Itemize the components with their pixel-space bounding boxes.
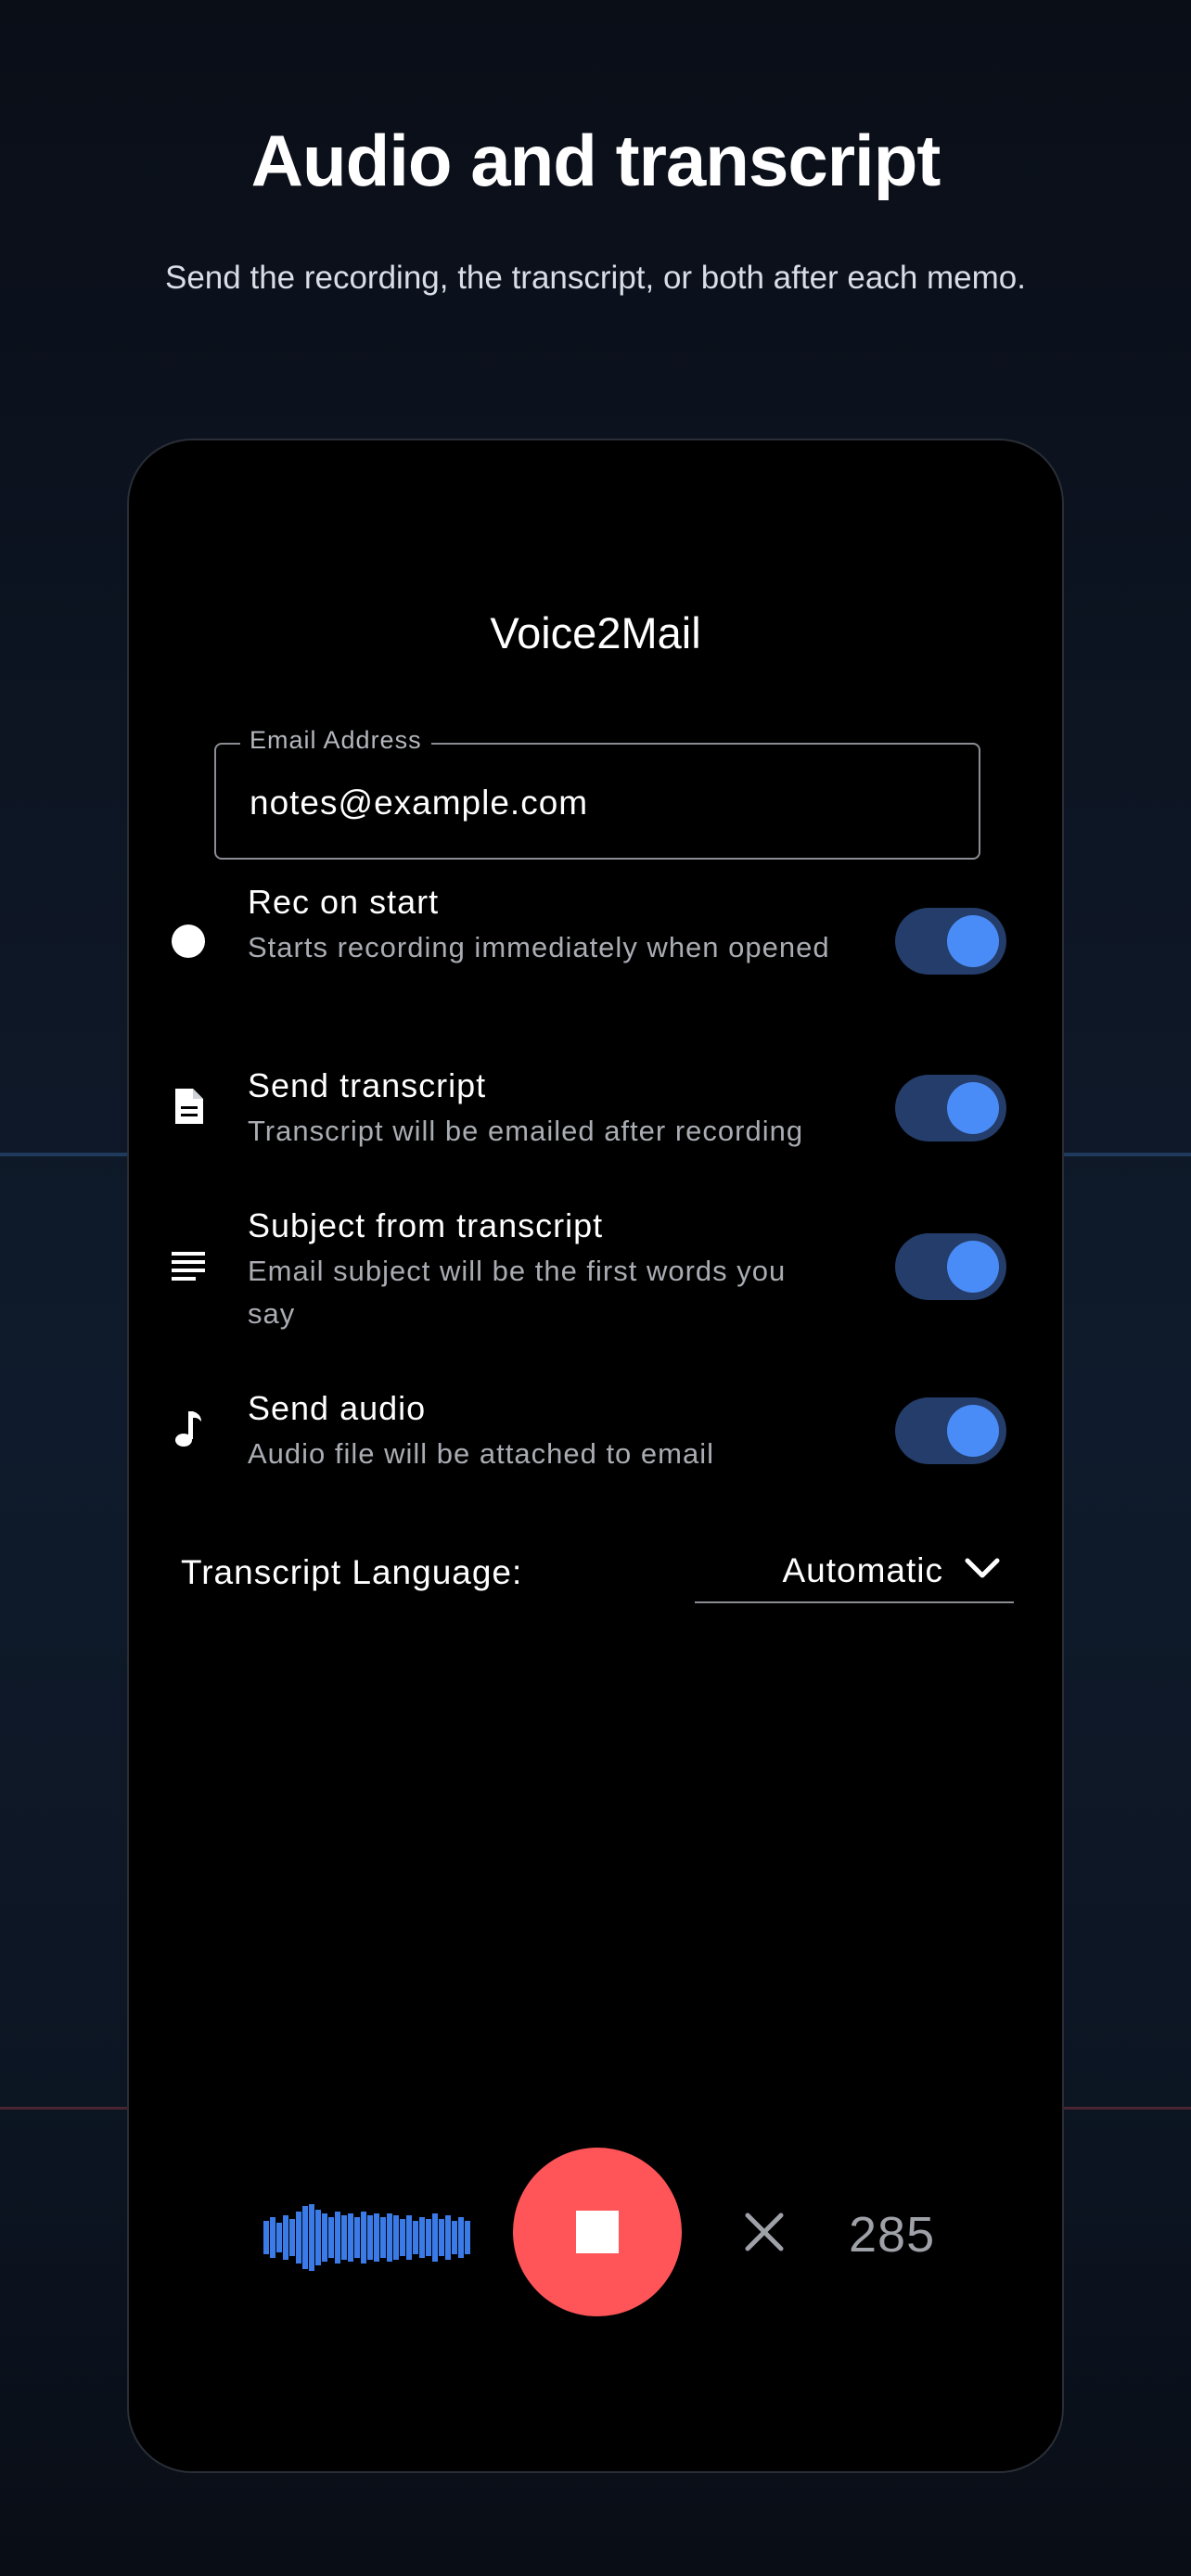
subject-from-transcript-toggle[interactable] — [895, 1233, 1006, 1300]
send-transcript-toggle[interactable] — [895, 1075, 1006, 1141]
transcript-language-label: Transcript Language: — [181, 1553, 523, 1591]
stop-recording-button[interactable] — [513, 2148, 682, 2316]
toggle-knob — [947, 1241, 999, 1293]
setting-description: Email subject will be the first words yo… — [248, 1255, 787, 1330]
promo-title: Audio and transcript — [250, 120, 941, 201]
toggle-knob — [947, 1082, 999, 1134]
stop-icon — [576, 2211, 619, 2253]
setting-title: Send audio — [248, 1389, 427, 1427]
document-icon — [175, 1089, 203, 1124]
send-audio-toggle[interactable] — [895, 1397, 1006, 1464]
setting-subject-from-transcript: Subject from transcript Email subject wi… — [129, 1205, 1062, 1345]
email-field-value[interactable]: notes@example.com — [250, 784, 588, 823]
waveform-icon — [263, 2204, 470, 2271]
setting-description: Audio file will be attached to email — [248, 1437, 714, 1470]
setting-send-audio: Send audio Audio file will be attached t… — [129, 1388, 1062, 1481]
setting-rec-on-start: Rec on start Starts recording immediatel… — [129, 882, 1062, 1021]
transcript-language-value: Automatic — [782, 1551, 943, 1589]
app-title: Voice2Mail — [490, 608, 701, 657]
setting-title: Send transcript — [248, 1066, 487, 1104]
setting-title: Subject from transcript — [248, 1206, 604, 1244]
email-field-label: Email Address — [240, 726, 431, 755]
phone-screen: Voice2Mail Email Address notes@example.c… — [127, 439, 1064, 2473]
email-field[interactable]: Email Address notes@example.com — [214, 726, 980, 860]
circle-icon — [172, 925, 205, 958]
rec-on-start-toggle[interactable] — [895, 908, 1006, 975]
text-lines-icon — [172, 1252, 205, 1281]
close-icon[interactable] — [744, 2212, 785, 2252]
setting-description: Transcript will be emailed after recordi… — [248, 1115, 804, 1147]
music-note-icon — [175, 1411, 201, 1447]
transcript-language-select[interactable]: Automatic — [695, 1538, 1014, 1603]
promo-subtitle: Send the recording, the transcript, or b… — [165, 260, 1026, 296]
setting-title: Rec on start — [248, 883, 440, 921]
setting-description: Starts recording immediately when opened — [248, 931, 830, 963]
chevron-down-icon — [965, 1558, 1000, 1578]
toggle-knob — [947, 915, 999, 967]
recording-counter: 285 — [849, 2207, 936, 2263]
toggle-knob — [947, 1405, 999, 1457]
setting-send-transcript: Send transcript Transcript will be email… — [129, 1065, 1062, 1158]
